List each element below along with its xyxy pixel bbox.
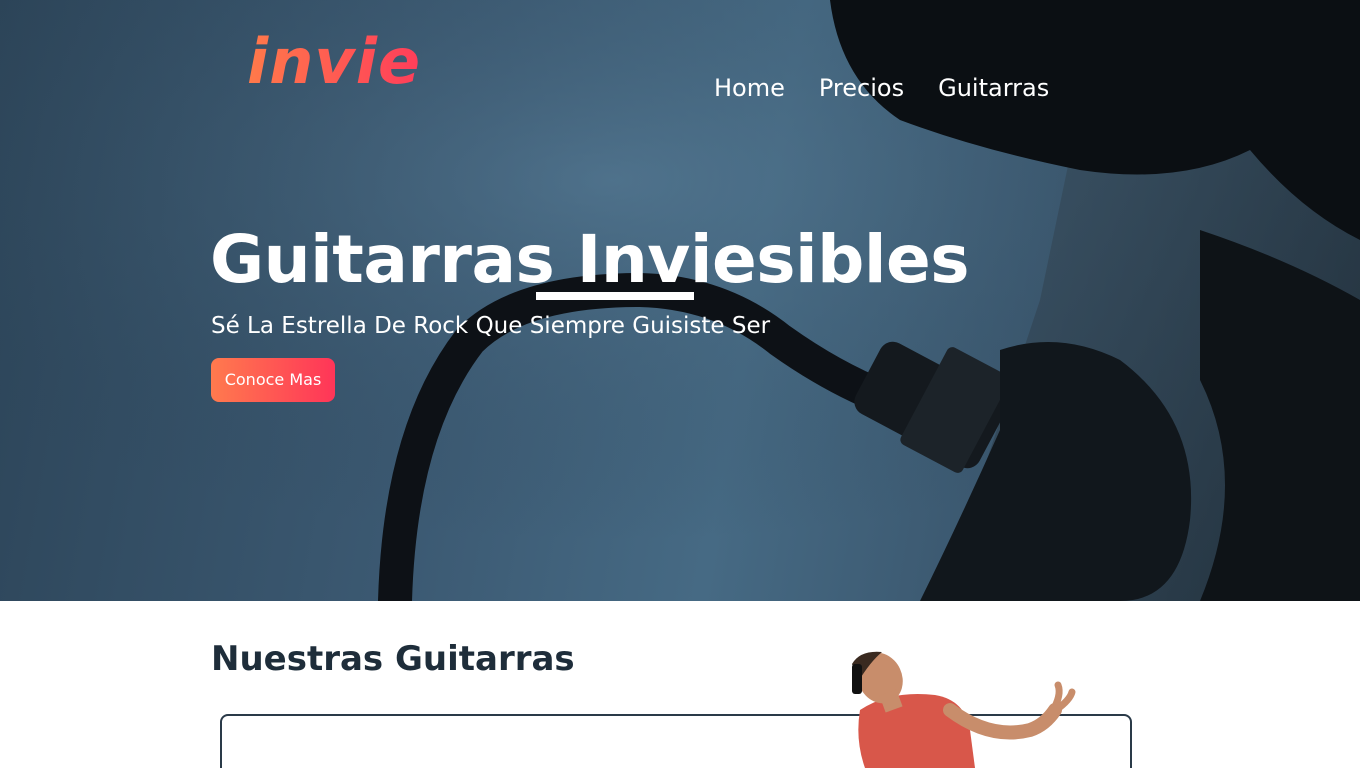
nav-link-precios[interactable]: Precios (819, 72, 904, 104)
section-title: Nuestras Guitarras (211, 639, 575, 679)
hero-title: Guitarras Inviesibles (210, 221, 970, 298)
hero-subtitle: Sé La Estrella De Rock Que Siempre Guisi… (211, 313, 771, 339)
hero-banner: invie Home Precios Guitarras Guitarras I… (0, 0, 1360, 601)
conoce-mas-button[interactable]: Conoce Mas (211, 358, 335, 402)
title-underline (536, 292, 694, 300)
brand-logo[interactable]: invie (247, 22, 421, 102)
nav-link-guitarras[interactable]: Guitarras (938, 72, 1049, 104)
main-nav: Home Precios Guitarras (714, 72, 1049, 104)
rocker-image (852, 651, 1076, 768)
nav-link-home[interactable]: Home (714, 72, 785, 104)
